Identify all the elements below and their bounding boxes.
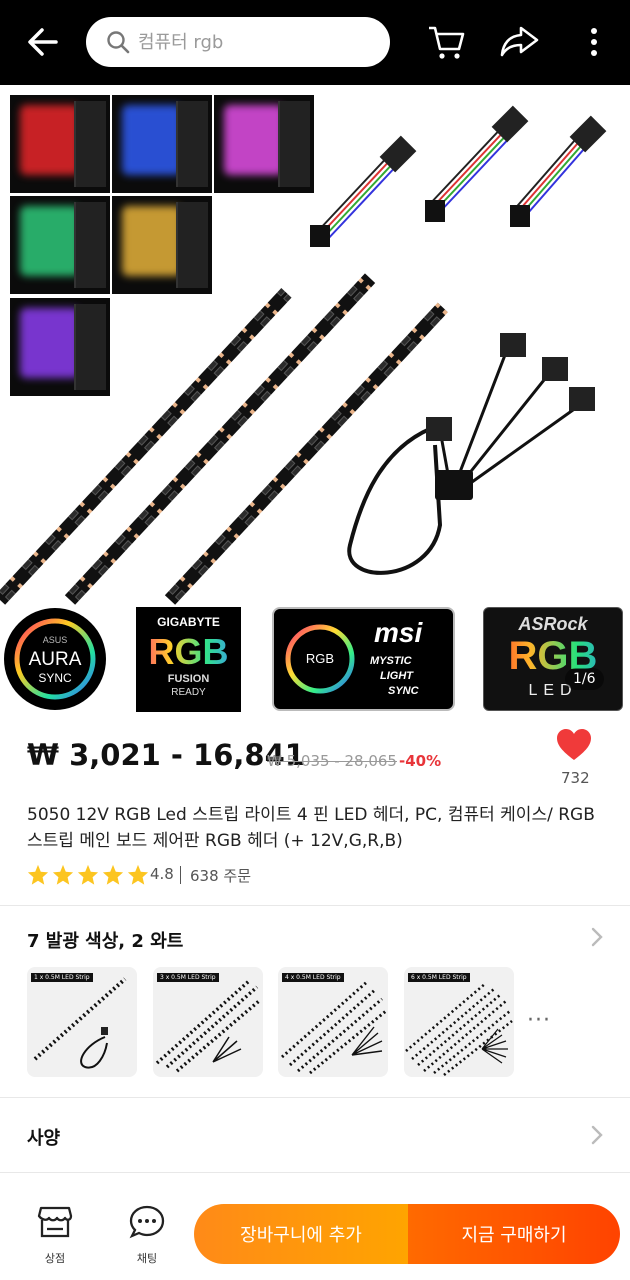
price-block: ₩ 3,021 - 16,841 (27, 738, 305, 772)
search-bar[interactable] (86, 17, 390, 67)
discount-badge: -40% (399, 752, 442, 770)
asus-aura-sync-logo: ASUS AURA SYNC (3, 607, 107, 711)
store-icon (37, 1206, 73, 1238)
led-strip-illustration (0, 105, 607, 605)
variant-option-1[interactable]: 1 x 0.5M LED Strip (27, 967, 137, 1077)
star-icon (27, 864, 49, 885)
heart-icon[interactable] (556, 728, 592, 762)
buy-now-button[interactable]: 지금 구매하기 (408, 1204, 620, 1264)
image-pager: 1/6 (565, 668, 604, 690)
msi-mystic-light-sync-logo: RGB msi MYSTIC LIGHT SYNC (272, 607, 455, 711)
price: ₩ 3,021 - 16,841 (27, 738, 305, 772)
gigabyte-rgb-text: RGB (136, 631, 241, 673)
chat-label: 채팅 (136, 1252, 158, 1265)
variant-option-2[interactable]: 3 x 0.5M LED Strip (153, 967, 263, 1077)
msi-brand: msi (374, 617, 423, 648)
chevron-right-icon[interactable] (590, 926, 604, 948)
original-price: ₩ 5,035 - 28,065 (267, 752, 397, 770)
msi-rgb-ring-text: RGB (305, 651, 335, 666)
asus-sync-text: SYNC (38, 671, 72, 685)
chevron-right-icon[interactable] (590, 1124, 604, 1146)
back-arrow-icon[interactable] (26, 26, 60, 58)
chat-icon (129, 1205, 165, 1239)
variant-image (281, 979, 387, 1075)
gigabyte-rgb-fusion-logo: GIGABYTE RGB FUSION READY (136, 607, 241, 712)
section-divider (0, 1097, 630, 1098)
section-divider (0, 905, 630, 906)
product-title: 5050 12V RGB Led 스트립 라이트 4 핀 LED 헤더, PC,… (27, 805, 595, 851)
gigabyte-ready-text: READY (171, 687, 206, 698)
share-icon[interactable] (499, 22, 539, 62)
rating-stars (27, 864, 149, 886)
asrock-rgb-led-logo: ASRock RGB LED (483, 607, 623, 711)
order-count: 638 주문 (190, 867, 251, 885)
rating-value: 4.8 (150, 865, 174, 883)
store-label: 상점 (44, 1252, 66, 1265)
section-divider (0, 1172, 630, 1173)
variant-image (33, 977, 127, 1069)
store-button[interactable]: 상점 (25, 1196, 85, 1276)
chat-button[interactable]: 채팅 (117, 1196, 177, 1276)
variant-option-4[interactable]: 6 x 0.5M LED Strip (404, 967, 514, 1077)
msi-sync-text: SYNC (388, 685, 419, 697)
divider (180, 866, 181, 884)
star-icon (127, 864, 149, 885)
cart-icon[interactable] (426, 22, 466, 62)
add-to-cart-button[interactable]: 장바구니에 추가 (194, 1204, 408, 1264)
variant-image (155, 979, 261, 1073)
asrock-brand: ASRock (518, 614, 588, 634)
specs-section-title: 사양 (27, 1128, 61, 1149)
product-image-gallery[interactable]: ASUS AURA SYNC GIGABYTE RGB FUSION READY… (0, 85, 630, 720)
bottom-action-bar: 상점 채팅 장바구니에 추가 지금 구매하기 (0, 1196, 630, 1280)
msi-light-text: LIGHT (380, 670, 413, 682)
star-icon (77, 864, 99, 885)
more-vertical-icon[interactable] (574, 22, 614, 62)
star-icon (102, 864, 124, 885)
asus-brand: ASUS (42, 635, 68, 645)
variant-option-3[interactable]: 4 x 0.5M LED Strip (278, 967, 388, 1077)
search-icon (107, 31, 130, 54)
search-input[interactable] (138, 27, 368, 57)
variant-section-title: 7 발광 색상, 2 와트 (27, 931, 184, 952)
variant-image (405, 982, 513, 1077)
wishlist-count: 732 (561, 769, 590, 787)
more-variants-indicator[interactable]: ··· (527, 1008, 551, 1033)
gigabyte-brand: GIGABYTE (157, 615, 220, 629)
star-icon (52, 864, 74, 885)
top-bar (0, 0, 630, 85)
msi-mystic-text: MYSTIC (370, 655, 412, 667)
gigabyte-fusion-text: FUSION (167, 673, 210, 685)
asus-aura-text: AURA (28, 649, 82, 670)
